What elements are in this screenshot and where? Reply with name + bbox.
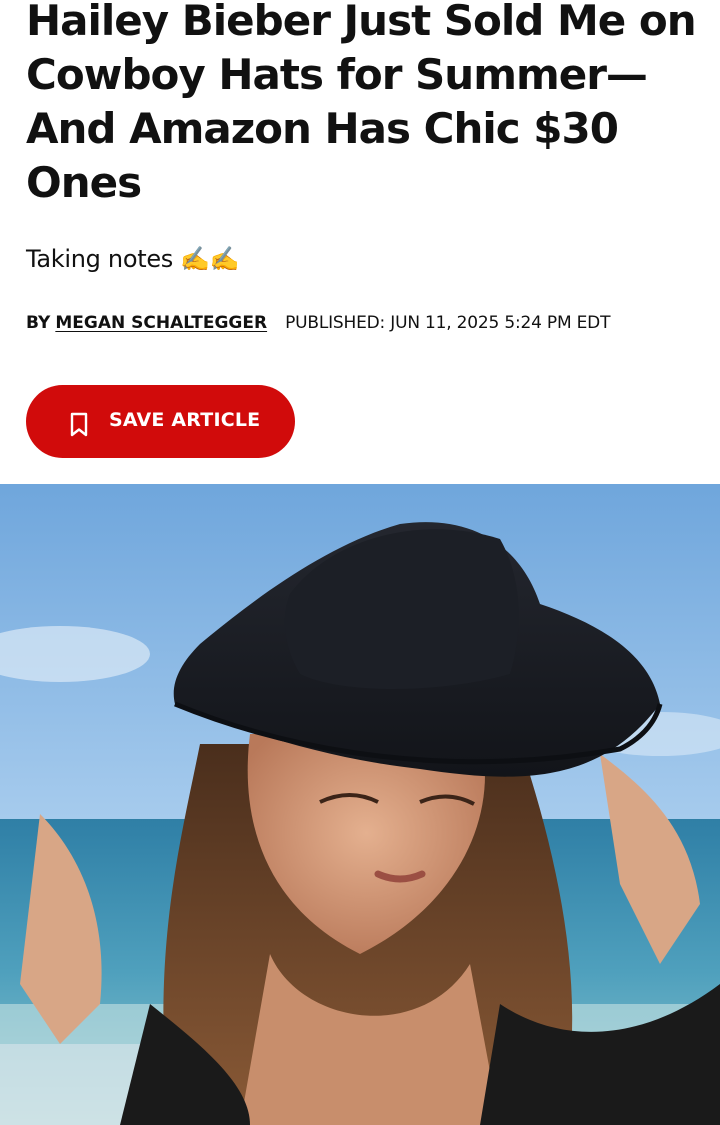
save-article-label: SAVE ARTICLE bbox=[109, 408, 261, 431]
author-link[interactable]: MEGAN SCHALTEGGER bbox=[55, 311, 267, 335]
bookmark-icon bbox=[68, 412, 90, 438]
article-page: Hailey Bieber Just Sold Me on Cowboy Hat… bbox=[0, 0, 720, 1125]
article-dek: Taking notes ✍️✍️ bbox=[26, 242, 240, 276]
save-article-button[interactable]: SAVE ARTICLE bbox=[26, 385, 295, 458]
dek-text: Taking notes bbox=[26, 245, 181, 273]
writing-hand-emoji: ✍️✍️ bbox=[180, 245, 240, 273]
article-headline: Hailey Bieber Just Sold Me on Cowboy Hat… bbox=[26, 0, 697, 207]
byline: BY MEGAN SCHALTEGGER PUBLISHED: JUN 11, … bbox=[26, 311, 610, 335]
byline-by-label: BY bbox=[26, 313, 51, 333]
published-date: PUBLISHED: JUN 11, 2025 5:24 PM EDT bbox=[285, 313, 611, 333]
hero-photo-illustration bbox=[0, 484, 720, 1125]
hero-image bbox=[0, 484, 720, 1125]
